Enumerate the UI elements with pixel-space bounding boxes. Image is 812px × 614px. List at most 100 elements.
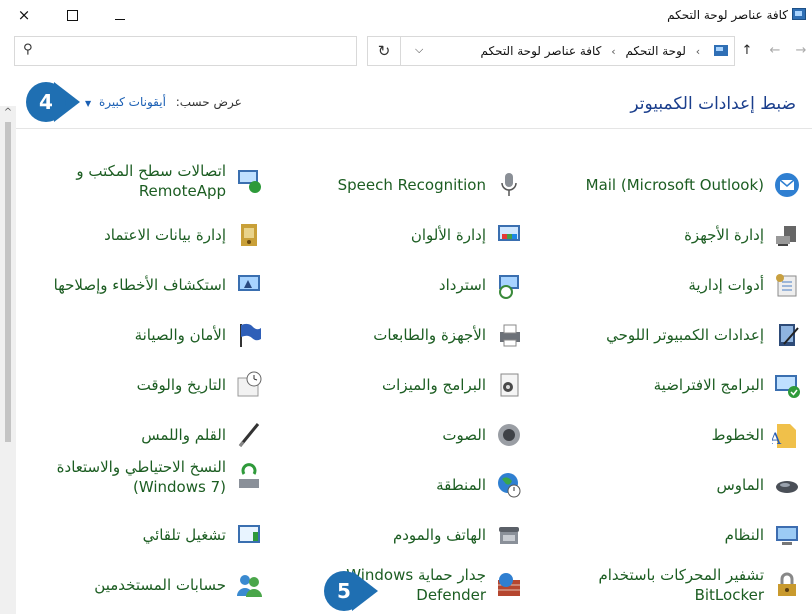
item-fonts[interactable]: A الخطوط bbox=[566, 414, 802, 456]
item-user-accounts[interactable]: حسابات المستخدمين bbox=[12, 564, 264, 606]
item-label: جدار حماية Windows Defender bbox=[346, 566, 486, 604]
fonts-icon: A bbox=[768, 420, 802, 450]
back-button[interactable]: ← bbox=[766, 42, 784, 60]
item-troubleshooting[interactable]: استكشاف الأخطاء وإصلاحها bbox=[12, 264, 264, 306]
item-sound[interactable]: الصوت bbox=[288, 414, 524, 456]
view-by-dropdown[interactable]: أيقونات كبيرة bbox=[99, 95, 166, 109]
item-autoplay[interactable]: تشغيل تلقائي bbox=[12, 514, 264, 556]
item-device-manager[interactable]: إدارة الأجهزة bbox=[566, 214, 802, 256]
autoplay-icon bbox=[234, 520, 264, 550]
forward-button[interactable]: → bbox=[792, 42, 810, 60]
item-backup-restore[interactable]: النسخ الاحتياطي والاستعادة (Windows 7) bbox=[12, 456, 264, 498]
mouse-icon bbox=[772, 470, 802, 500]
item-date-time[interactable]: التاريخ والوقت bbox=[12, 364, 264, 406]
search-input[interactable]: ⚲ bbox=[14, 36, 357, 66]
color-management-icon bbox=[494, 220, 524, 250]
item-tablet-settings[interactable]: إعدادات الكمبيوتر اللوحي bbox=[566, 314, 802, 356]
svg-text:A: A bbox=[772, 429, 781, 448]
item-label: تشغيل تلقائي bbox=[142, 526, 226, 544]
item-label: أدوات إدارية bbox=[688, 276, 764, 294]
item-label: تشفير المحركات باستخدام BitLocker bbox=[598, 566, 764, 604]
item-pen-touch[interactable]: القلم واللمس bbox=[12, 414, 264, 456]
item-credential-manager[interactable]: إدارة بيانات الاعتماد bbox=[12, 214, 264, 256]
address-history-button[interactable]: ⌵ bbox=[401, 37, 441, 65]
phone-icon bbox=[494, 520, 524, 550]
caret-down-icon: ▼ bbox=[85, 99, 92, 108]
item-label: البرامج الافتراضية bbox=[653, 376, 764, 394]
speaker-icon bbox=[494, 420, 524, 450]
divider bbox=[0, 128, 812, 129]
item-default-programs[interactable]: البرامج الافتراضية bbox=[566, 364, 802, 406]
item-mouse[interactable]: الماوس bbox=[566, 464, 802, 506]
users-icon bbox=[234, 570, 264, 600]
item-remoteapp[interactable]: اتصالات سطح المكتب و RemoteApp bbox=[12, 160, 264, 202]
printer-icon bbox=[494, 320, 524, 350]
item-programs-features[interactable]: البرامج والميزات bbox=[288, 364, 524, 406]
item-admin-tools[interactable]: أدوات إدارية bbox=[566, 264, 802, 306]
credential-icon bbox=[234, 220, 264, 250]
region-icon bbox=[494, 470, 524, 500]
item-label: إدارة الأجهزة bbox=[684, 226, 764, 244]
scroll-up-button[interactable]: ^ bbox=[0, 106, 16, 120]
item-devices-printers[interactable]: الأجهزة والطابعات bbox=[288, 314, 524, 356]
breadcrumb: › لوحة التحكم › كافة عناصر لوحة التحكم bbox=[480, 44, 728, 58]
control-panel-icon bbox=[792, 8, 806, 20]
chevron-icon: › bbox=[611, 45, 616, 58]
search-icon: ⚲ bbox=[23, 42, 33, 57]
clock-icon bbox=[234, 370, 264, 400]
maximize-icon bbox=[66, 10, 78, 21]
item-label: Mail (Microsoft Outlook) bbox=[585, 176, 764, 194]
item-label: النسخ الاحتياطي والاستعادة (Windows 7) bbox=[56, 458, 226, 496]
item-label: البرامج والميزات bbox=[382, 376, 486, 394]
item-mail[interactable]: Mail (Microsoft Outlook) bbox=[566, 164, 802, 206]
item-region[interactable]: المنطقة bbox=[288, 464, 524, 506]
item-label: الخطوط bbox=[711, 426, 764, 444]
item-label: الهاتف والمودم bbox=[392, 526, 486, 544]
item-label: الأمان والصيانة bbox=[134, 326, 226, 344]
item-label: استكشاف الأخطاء وإصلاحها bbox=[53, 276, 226, 294]
item-label: المنطقة bbox=[436, 476, 486, 494]
item-firewall[interactable]: جدار حماية Windows Defender bbox=[288, 564, 524, 606]
item-phone-modem[interactable]: الهاتف والمودم bbox=[288, 514, 524, 556]
item-speech-recognition[interactable]: Speech Recognition bbox=[288, 164, 524, 206]
address-bar[interactable]: › لوحة التحكم › كافة عناصر لوحة التحكم ↻… bbox=[367, 36, 735, 66]
callout-badge-4: 4 bbox=[26, 82, 66, 122]
breadcrumb-item-control-panel[interactable]: لوحة التحكم bbox=[625, 44, 686, 58]
breadcrumb-item-all-items[interactable]: كافة عناصر لوحة التحكم bbox=[480, 44, 601, 58]
scroll-thumb[interactable] bbox=[5, 122, 11, 442]
navigation-bar: → ← ↑ › لوحة التحكم › كافة عناصر لوحة ال… bbox=[0, 36, 812, 68]
maximize-button[interactable] bbox=[60, 4, 84, 26]
item-label: الصوت bbox=[442, 426, 486, 444]
minimize-button[interactable] bbox=[108, 4, 132, 26]
programs-icon bbox=[494, 370, 524, 400]
chevron-down-icon: ⌵ bbox=[415, 43, 424, 56]
minimize-icon bbox=[115, 19, 125, 20]
system-icon bbox=[772, 520, 802, 550]
item-label: اتصالات سطح المكتب و RemoteApp bbox=[76, 162, 226, 200]
item-recovery[interactable]: استرداد bbox=[288, 264, 524, 306]
item-security-maintenance[interactable]: الأمان والصيانة bbox=[12, 314, 264, 356]
item-label: حسابات المستخدمين bbox=[94, 576, 226, 594]
refresh-button[interactable]: ↻ bbox=[367, 36, 401, 66]
item-color-management[interactable]: إدارة الألوان bbox=[288, 214, 524, 256]
troubleshooting-icon bbox=[234, 270, 264, 300]
item-label: الأجهزة والطابعات bbox=[373, 326, 486, 344]
item-label: Speech Recognition bbox=[337, 176, 486, 194]
up-button[interactable]: ↑ bbox=[738, 42, 756, 60]
chevron-icon: › bbox=[695, 45, 701, 58]
backup-icon bbox=[234, 462, 264, 492]
device-manager-icon bbox=[772, 220, 802, 250]
item-system[interactable]: النظام bbox=[566, 514, 802, 556]
close-button[interactable]: × bbox=[12, 4, 36, 26]
item-label: التاريخ والوقت bbox=[136, 376, 226, 394]
pen-icon bbox=[234, 420, 264, 450]
flag-icon bbox=[234, 320, 264, 350]
item-bitlocker[interactable]: تشفير المحركات باستخدام BitLocker bbox=[566, 564, 802, 606]
firewall-icon bbox=[494, 570, 524, 600]
callout-badge-5: 5 bbox=[324, 571, 364, 611]
refresh-icon: ↻ bbox=[377, 42, 391, 60]
title-bar: × كافة عناصر لوحة التحكم bbox=[0, 0, 812, 30]
recovery-icon bbox=[494, 270, 524, 300]
bitlocker-icon bbox=[772, 570, 802, 600]
item-label: الماوس bbox=[716, 476, 764, 494]
